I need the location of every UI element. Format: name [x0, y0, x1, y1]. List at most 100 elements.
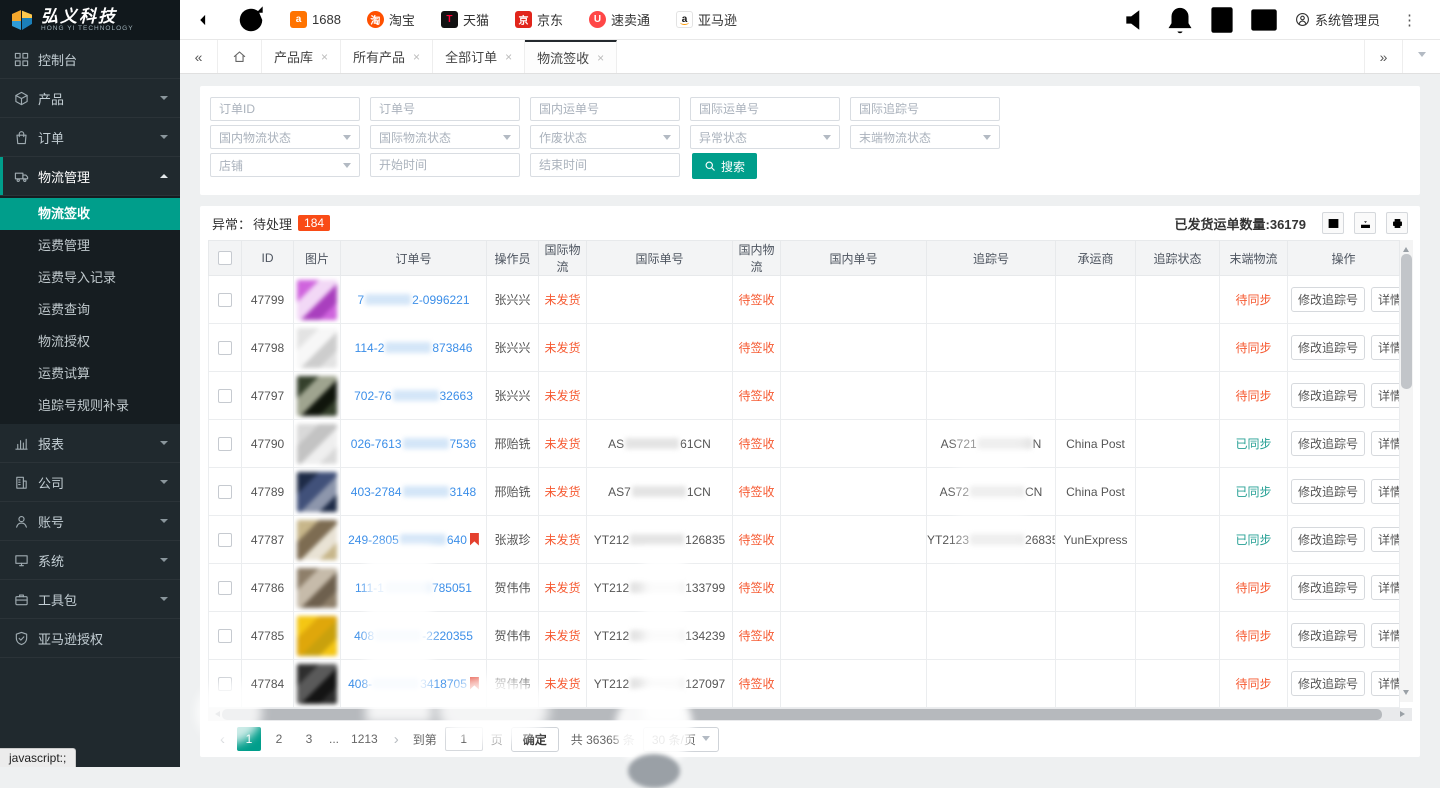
edit-tracking-button[interactable]: 修改追踪号	[1291, 671, 1365, 696]
platform-link-jd[interactable]: 京京东	[515, 10, 563, 29]
detail-button[interactable]: 详情	[1371, 575, 1399, 600]
filter-input-订单号[interactable]	[370, 97, 520, 121]
filter-input-国际追踪号[interactable]	[850, 97, 1000, 121]
tab-所有产品[interactable]: 所有产品×	[341, 40, 433, 73]
order-number-link[interactable]: 114-2873846	[355, 341, 473, 355]
order-number-link[interactable]: 702-7632663	[354, 389, 473, 403]
confirm-button[interactable]: 确定	[511, 727, 559, 752]
mute-icon[interactable]	[1121, 0, 1155, 40]
product-image[interactable]	[297, 280, 337, 320]
select-all-checkbox[interactable]	[218, 251, 232, 265]
horizontal-scrollbar[interactable]	[208, 708, 1412, 721]
sidebar-subitem-物流授权[interactable]: 物流授权	[0, 326, 180, 358]
per-page-select[interactable]: 30 条/页	[643, 727, 719, 752]
scroll-left-arrow-icon[interactable]	[212, 711, 220, 717]
product-image[interactable]	[297, 664, 337, 704]
order-number-link[interactable]: 72-0996221	[357, 293, 469, 307]
order-number-link[interactable]: 111-1785051	[355, 581, 472, 595]
filter-input-国际运单号[interactable]	[690, 97, 840, 121]
sidebar-item-公司[interactable]: 公司	[0, 463, 180, 502]
horizontal-scrollbar-thumb[interactable]	[222, 709, 1382, 720]
order-number-link[interactable]: 403-27843148	[351, 485, 476, 499]
edit-tracking-button[interactable]: 修改追踪号	[1291, 623, 1365, 648]
support-icon[interactable]	[1247, 0, 1281, 40]
edit-tracking-button[interactable]: 修改追踪号	[1291, 575, 1365, 600]
edit-tracking-button[interactable]: 修改追踪号	[1291, 287, 1365, 312]
sidebar-item-亚马逊授权[interactable]: 亚马逊授权	[0, 619, 180, 658]
product-image[interactable]	[297, 520, 337, 560]
sidebar-subitem-运费导入记录[interactable]: 运费导入记录	[0, 262, 180, 294]
edit-tracking-button[interactable]: 修改追踪号	[1291, 431, 1365, 456]
notifications-bell-icon[interactable]	[1163, 0, 1197, 40]
sidebar-item-账号[interactable]: 账号	[0, 502, 180, 541]
product-image[interactable]	[297, 376, 337, 416]
product-image[interactable]	[297, 472, 337, 512]
order-number-link[interactable]: 408-2220355	[354, 629, 473, 643]
tab-物流签收[interactable]: 物流签收×	[525, 40, 617, 73]
row-checkbox[interactable]	[218, 341, 232, 355]
row-checkbox[interactable]	[218, 677, 232, 691]
columns-setting-icon[interactable]	[1322, 212, 1344, 234]
print-icon[interactable]	[1386, 212, 1408, 234]
scroll-down-arrow-icon[interactable]	[1403, 690, 1409, 698]
prev-page-button[interactable]: ‹	[214, 731, 231, 748]
tab-close-icon[interactable]: ×	[321, 50, 328, 64]
tabs-dropdown-button[interactable]	[1402, 40, 1440, 73]
detail-button[interactable]: 详情	[1371, 623, 1399, 648]
next-page-button[interactable]: ›	[388, 731, 405, 748]
filter-select-末端物流状态[interactable]: 末端物流状态	[850, 125, 1000, 149]
row-checkbox[interactable]	[218, 485, 232, 499]
platform-link-amazon[interactable]: a亚马逊	[676, 10, 737, 29]
edit-tracking-button[interactable]: 修改追踪号	[1291, 479, 1365, 504]
home-tab[interactable]	[218, 40, 262, 73]
refresh-button[interactable]	[234, 0, 268, 40]
sidebar-subitem-运费查询[interactable]: 运费查询	[0, 294, 180, 326]
tab-close-icon[interactable]: ×	[505, 50, 512, 64]
row-checkbox[interactable]	[218, 389, 232, 403]
platform-link-tmall[interactable]: T天猫	[441, 10, 489, 29]
product-image[interactable]	[297, 424, 337, 464]
detail-button[interactable]: 详情	[1371, 671, 1399, 696]
sidebar-item-控制台[interactable]: 控制台	[0, 40, 180, 79]
detail-button[interactable]: 详情	[1371, 287, 1399, 312]
scroll-right-arrow-icon[interactable]	[1400, 711, 1408, 717]
detail-button[interactable]: 详情	[1371, 527, 1399, 552]
filter-select-异常状态[interactable]: 异常状态	[690, 125, 840, 149]
row-checkbox[interactable]	[218, 581, 232, 595]
export-icon[interactable]	[1354, 212, 1376, 234]
sidebar-subitem-物流签收[interactable]: 物流签收	[0, 198, 180, 230]
page-button-2[interactable]: 2	[267, 727, 291, 751]
detail-button[interactable]: 详情	[1371, 431, 1399, 456]
sidebar-collapse-button[interactable]	[196, 0, 230, 40]
product-image[interactable]	[297, 616, 337, 656]
platform-link-1688[interactable]: a1688	[290, 11, 341, 28]
sidebar-item-工具包[interactable]: 工具包	[0, 580, 180, 619]
row-checkbox[interactable]	[218, 293, 232, 307]
tab-close-icon[interactable]: ×	[413, 50, 420, 64]
goto-page-input[interactable]	[445, 727, 483, 751]
filter-select-国内物流状态[interactable]: 国内物流状态	[210, 125, 360, 149]
page-button-3[interactable]: 3	[297, 727, 321, 751]
filter-input-国内运单号[interactable]	[530, 97, 680, 121]
order-number-link[interactable]: 026-76137536	[351, 437, 476, 451]
pending-count-badge[interactable]: 184	[298, 215, 330, 231]
filter-input-订单ID[interactable]	[210, 97, 360, 121]
edit-tracking-button[interactable]: 修改追踪号	[1291, 383, 1365, 408]
sidebar-item-产品[interactable]: 产品	[0, 79, 180, 118]
tab-close-icon[interactable]: ×	[597, 51, 604, 65]
product-image[interactable]	[297, 568, 337, 608]
sidebar-item-物流管理[interactable]: 物流管理	[0, 157, 180, 196]
calculator-icon[interactable]	[1205, 0, 1239, 40]
brand-logo[interactable]: 弘义科技 HONG YI TECHNOLOGY	[0, 0, 180, 40]
filter-select-国际物流状态[interactable]: 国际物流状态	[370, 125, 520, 149]
edit-tracking-button[interactable]: 修改追踪号	[1291, 335, 1365, 360]
detail-button[interactable]: 详情	[1371, 479, 1399, 504]
sidebar-item-报表[interactable]: 报表	[0, 424, 180, 463]
search-button[interactable]: 搜索	[692, 153, 757, 179]
tab-产品库[interactable]: 产品库×	[262, 40, 341, 73]
tab-全部订单[interactable]: 全部订单×	[433, 40, 525, 73]
filter-input-结束时间[interactable]	[530, 153, 680, 177]
detail-button[interactable]: 详情	[1371, 335, 1399, 360]
filter-select-店铺[interactable]: 店铺	[210, 153, 360, 177]
scroll-up-arrow-icon[interactable]	[1403, 244, 1409, 252]
